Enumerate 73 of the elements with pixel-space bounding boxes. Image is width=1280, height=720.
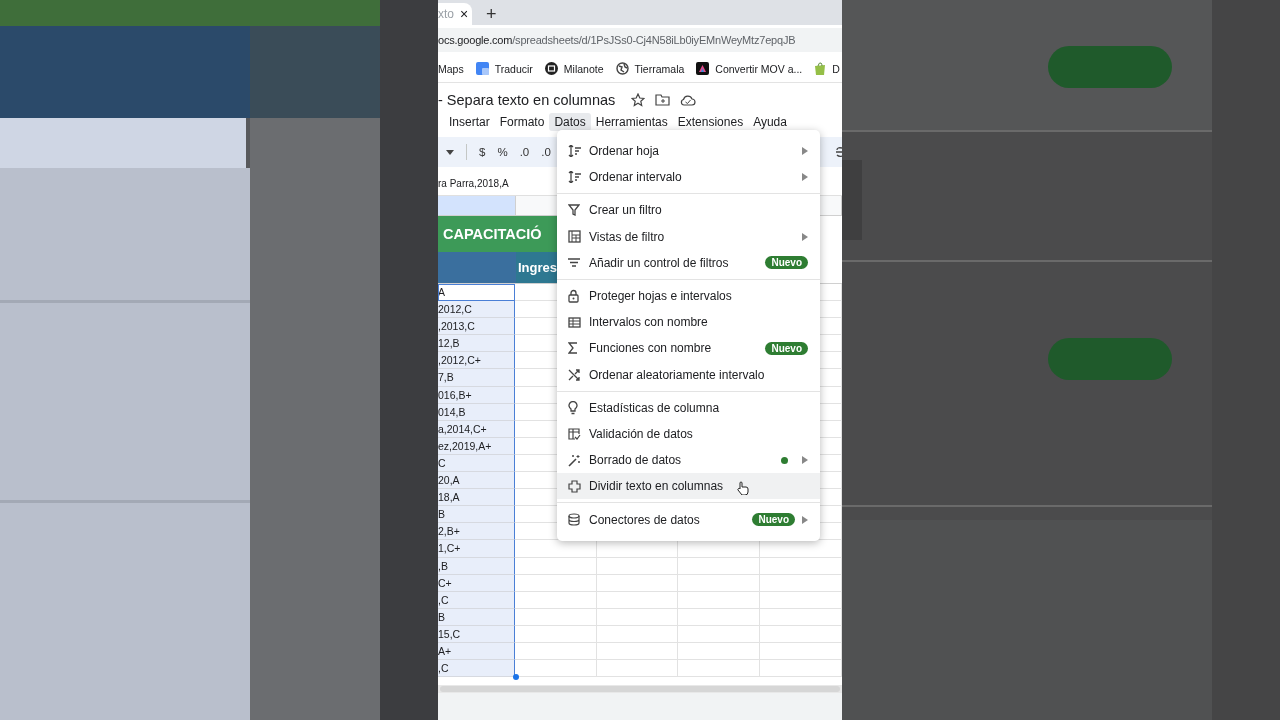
address-bar[interactable]: ocs.google.com/spreadsheets/d/1PsJSs0-Cj4N58iLb0iyEMnWeyMtz7epqJB xyxy=(438,28,842,52)
browser-tab[interactable]: xto × xyxy=(438,3,472,25)
lock-icon xyxy=(568,289,579,304)
checklist-icon xyxy=(568,427,581,440)
menu-option[interactable]: Proteger hojas e intervalos xyxy=(557,282,820,310)
new-badge: Nuevo xyxy=(765,256,808,270)
database-icon xyxy=(568,513,580,527)
bookmark[interactable]: Convertir MOV a... xyxy=(696,62,803,75)
menu-item[interactable]: Datos xyxy=(549,113,591,131)
menu-option[interactable]: Funciones con nombre Nuevo xyxy=(557,335,820,362)
table-cell: 12,B xyxy=(438,335,515,353)
bookmark[interactable]: Milanote xyxy=(544,62,604,75)
table-cell: 18,A xyxy=(438,489,515,507)
wand-icon xyxy=(568,453,581,467)
menu-option[interactable]: Borrado de datos xyxy=(557,447,820,474)
selection-handle[interactable] xyxy=(513,674,519,681)
table-cell: 1,C+ xyxy=(438,540,515,558)
table-cell: ,2012,C+ xyxy=(438,352,515,370)
table-icon xyxy=(568,316,581,328)
toolbar-button[interactable]: .0 xyxy=(519,146,530,158)
grid-icon xyxy=(568,230,581,244)
toolbar-button[interactable]: % xyxy=(497,146,508,158)
menu-option[interactable]: Conectores de datos Nuevo xyxy=(557,506,820,533)
menu-option[interactable]: Estadísticas de columna xyxy=(557,394,820,421)
menu-item[interactable]: Herramientas xyxy=(590,113,673,131)
table-cell: 2,B+ xyxy=(438,523,515,541)
table-cell: ,2013,C xyxy=(438,318,515,336)
star-icon[interactable] xyxy=(631,93,646,107)
table-cell: 2012,C xyxy=(438,301,515,319)
bookmark[interactable]: Traducir xyxy=(475,62,533,75)
split-icon xyxy=(568,479,581,493)
square-logo-icon xyxy=(696,62,710,75)
menu-option[interactable]: Dividir texto en columnas xyxy=(557,473,820,500)
toolbar-button[interactable]: $ xyxy=(479,146,486,158)
menu-item[interactable]: Insertar xyxy=(444,113,495,131)
new-tab-button[interactable]: + xyxy=(486,3,497,25)
circle-logo-icon xyxy=(544,62,558,75)
globe-icon xyxy=(615,62,629,75)
bookmark[interactable]: Maps xyxy=(438,62,464,75)
caret-icon[interactable] xyxy=(446,149,454,155)
bookmark[interactable]: Tierramala xyxy=(615,62,685,75)
new-badge: Nuevo xyxy=(752,513,795,527)
shuffle-icon xyxy=(568,368,581,381)
menu-item[interactable]: Extensiones xyxy=(672,113,749,131)
bulb-icon xyxy=(568,400,578,415)
sort-icon xyxy=(568,145,582,158)
table-cell: ,C xyxy=(438,660,515,678)
document-title[interactable]: - Separa texto en columnas xyxy=(438,92,616,108)
table-cell: 20,A xyxy=(438,472,515,490)
scrollbar[interactable] xyxy=(440,686,840,693)
menu-option[interactable]: Ordenar aleatoriamente intervalo xyxy=(557,361,820,388)
folder-icon[interactable] xyxy=(655,94,671,106)
table-cell: B xyxy=(438,506,515,524)
menu-option[interactable]: Ordenar hoja xyxy=(557,138,820,165)
formula-text: ra Parra,2018,A xyxy=(438,177,509,189)
bag-icon xyxy=(814,62,827,75)
menu-option[interactable]: Ordenar intervalo xyxy=(557,164,820,191)
translate-icon xyxy=(475,62,489,75)
lines-icon xyxy=(568,258,580,268)
menu-item[interactable]: Ayuda xyxy=(748,113,792,131)
sort-icon xyxy=(568,171,582,184)
hand-cursor-icon xyxy=(737,481,749,496)
menu-option[interactable]: Validación de datos xyxy=(557,420,820,448)
menu-item[interactable]: Formato xyxy=(494,113,550,131)
table-cell: 7,B xyxy=(438,369,515,387)
sigma-icon xyxy=(568,342,578,355)
cloud-icon[interactable] xyxy=(680,94,697,106)
toolbar-button[interactable]: .0 xyxy=(541,146,551,158)
filter-icon xyxy=(568,204,580,217)
bookmark[interactable]: D xyxy=(814,62,840,75)
menu-option[interactable]: Intervalos con nombre xyxy=(557,309,820,336)
new-badge: Nuevo xyxy=(765,341,808,355)
strikethrough-icon[interactable] xyxy=(836,145,842,159)
